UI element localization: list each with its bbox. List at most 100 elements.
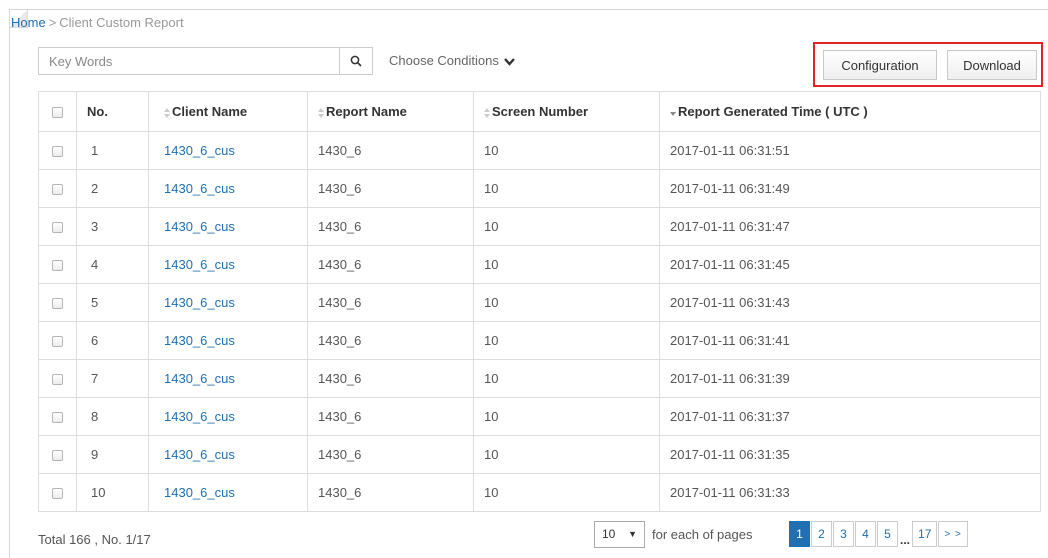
client-name-link[interactable]: 1430_6_cus — [164, 371, 235, 386]
dropdown-arrow-icon: ▼ — [628, 529, 637, 539]
table-row[interactable]: 1 1430_6_cus 1430_6 10 2017-01-11 06:31:51 — [38, 131, 1041, 170]
sort-icon — [164, 107, 170, 118]
report-time-cell: 2017-01-11 06:31:49 — [659, 169, 1041, 208]
page-button-5[interactable]: 5 — [877, 521, 898, 547]
client-name-link[interactable]: 1430_6_cus — [164, 485, 235, 500]
table-row[interactable]: 5 1430_6_cus 1430_6 10 2017-01-11 06:31:43 — [38, 283, 1041, 322]
report-time-cell: 2017-01-11 06:31:37 — [659, 397, 1041, 436]
select-all-checkbox[interactable] — [52, 107, 63, 119]
client-name-cell: 1430_6_cus — [148, 207, 308, 246]
sort-icon — [318, 107, 324, 118]
table-row[interactable]: 3 1430_6_cus 1430_6 10 2017-01-11 06:31:47 — [38, 207, 1041, 246]
next-page-button[interactable]: > > — [938, 521, 968, 547]
table-row[interactable]: 2 1430_6_cus 1430_6 10 2017-01-11 06:31:49 — [38, 169, 1041, 208]
screen-number-cell: 10 — [473, 321, 660, 360]
choose-conditions-toggle[interactable]: Choose Conditions — [389, 53, 516, 68]
report-name-cell: 1430_6 — [307, 283, 474, 322]
client-name-link[interactable]: 1430_6_cus — [164, 295, 235, 310]
search-input[interactable] — [38, 47, 339, 75]
breadcrumb-home-link[interactable]: Home — [11, 15, 46, 30]
report-time-cell: 2017-01-11 06:31:43 — [659, 283, 1041, 322]
page-size-select[interactable]: 10 ▼ — [594, 521, 645, 548]
report-time-cell: 2017-01-11 06:31:39 — [659, 359, 1041, 398]
table-header-row: No. Client Name Report Name Screen Numbe… — [38, 91, 1041, 132]
row-checkbox[interactable] — [52, 336, 63, 348]
screen-number-cell: 10 — [473, 359, 660, 398]
report-name-cell: 1430_6 — [307, 169, 474, 208]
row-select-cell — [38, 435, 77, 474]
table-body: 1 1430_6_cus 1430_6 10 2017-01-11 06:31:51 2 1… — [38, 131, 1041, 512]
row-checkbox[interactable] — [52, 450, 63, 462]
page-button-1[interactable]: 1 — [789, 521, 810, 547]
row-checkbox[interactable] — [52, 184, 63, 196]
chevron-down-icon — [504, 58, 516, 66]
breadcrumb-separator: > — [48, 15, 57, 30]
table-row[interactable]: 7 1430_6_cus 1430_6 10 2017-01-11 06:31:39 — [38, 359, 1041, 398]
configuration-button[interactable]: Configuration — [823, 50, 937, 80]
breadcrumb: Home > Client Custom Report — [11, 15, 184, 30]
page-button-3[interactable]: 3 — [833, 521, 854, 547]
row-select-cell — [38, 473, 77, 512]
screen-number-cell: 10 — [473, 397, 660, 436]
breadcrumb-current: Client Custom Report — [59, 15, 184, 30]
screen-number-cell: 10 — [473, 169, 660, 208]
client-name-link[interactable]: 1430_6_cus — [164, 181, 235, 196]
row-checkbox[interactable] — [52, 298, 63, 310]
report-name-cell: 1430_6 — [307, 207, 474, 246]
row-number: 2 — [76, 169, 149, 208]
screen-number-cell: 10 — [473, 283, 660, 322]
column-header-screen-number[interactable]: Screen Number — [473, 91, 660, 132]
row-checkbox[interactable] — [52, 146, 63, 158]
column-header-client-name[interactable]: Client Name — [148, 91, 308, 132]
client-name-link[interactable]: 1430_6_cus — [164, 333, 235, 348]
client-name-cell: 1430_6_cus — [148, 473, 308, 512]
row-number: 10 — [76, 473, 149, 512]
report-name-cell: 1430_6 — [307, 245, 474, 284]
client-name-cell: 1430_6_cus — [148, 321, 308, 360]
column-header-report-name[interactable]: Report Name — [307, 91, 474, 132]
row-number: 7 — [76, 359, 149, 398]
choose-conditions-label: Choose Conditions — [389, 53, 499, 68]
client-name-link[interactable]: 1430_6_cus — [164, 447, 235, 462]
table-row[interactable]: 8 1430_6_cus 1430_6 10 2017-01-11 06:31:37 — [38, 397, 1041, 436]
row-checkbox[interactable] — [52, 412, 63, 424]
row-number: 6 — [76, 321, 149, 360]
row-number: 1 — [76, 131, 149, 170]
sort-desc-icon — [670, 111, 676, 116]
client-name-link[interactable]: 1430_6_cus — [164, 143, 235, 158]
client-name-link[interactable]: 1430_6_cus — [164, 257, 235, 272]
page-ellipsis: ... — [899, 521, 912, 547]
report-name-cell: 1430_6 — [307, 435, 474, 474]
client-name-link[interactable]: 1430_6_cus — [164, 219, 235, 234]
client-name-cell: 1430_6_cus — [148, 283, 308, 322]
page-size-label: for each of pages — [652, 527, 753, 542]
page-button-4[interactable]: 4 — [855, 521, 876, 547]
row-number: 3 — [76, 207, 149, 246]
table-row[interactable]: 9 1430_6_cus 1430_6 10 2017-01-11 06:31:35 — [38, 435, 1041, 474]
table-row[interactable]: 10 1430_6_cus 1430_6 10 2017-01-11 06:31:33 — [38, 473, 1041, 512]
table-row[interactable]: 4 1430_6_cus 1430_6 10 2017-01-11 06:31:45 — [38, 245, 1041, 284]
column-header-no: No. — [76, 91, 149, 132]
table-row[interactable]: 6 1430_6_cus 1430_6 10 2017-01-11 06:31:41 — [38, 321, 1041, 360]
page-button-2[interactable]: 2 — [811, 521, 832, 547]
column-header-report-generated-time[interactable]: Report Generated Time ( UTC ) — [659, 91, 1041, 132]
report-time-cell: 2017-01-11 06:31:45 — [659, 245, 1041, 284]
screen-number-cell: 10 — [473, 435, 660, 474]
row-checkbox[interactable] — [52, 488, 63, 500]
search-icon — [350, 55, 362, 67]
row-select-cell — [38, 245, 77, 284]
row-select-cell — [38, 169, 77, 208]
row-number: 8 — [76, 397, 149, 436]
client-name-cell: 1430_6_cus — [148, 359, 308, 398]
report-time-cell: 2017-01-11 06:31:35 — [659, 435, 1041, 474]
screen-number-cell: 10 — [473, 207, 660, 246]
row-checkbox[interactable] — [52, 260, 63, 272]
row-select-cell — [38, 321, 77, 360]
page-button-last[interactable]: 17 — [912, 521, 938, 547]
row-checkbox[interactable] — [52, 374, 63, 386]
search-button[interactable] — [339, 47, 373, 75]
report-time-cell: 2017-01-11 06:31:51 — [659, 131, 1041, 170]
download-button[interactable]: Download — [947, 50, 1037, 80]
row-checkbox[interactable] — [52, 222, 63, 234]
client-name-link[interactable]: 1430_6_cus — [164, 409, 235, 424]
